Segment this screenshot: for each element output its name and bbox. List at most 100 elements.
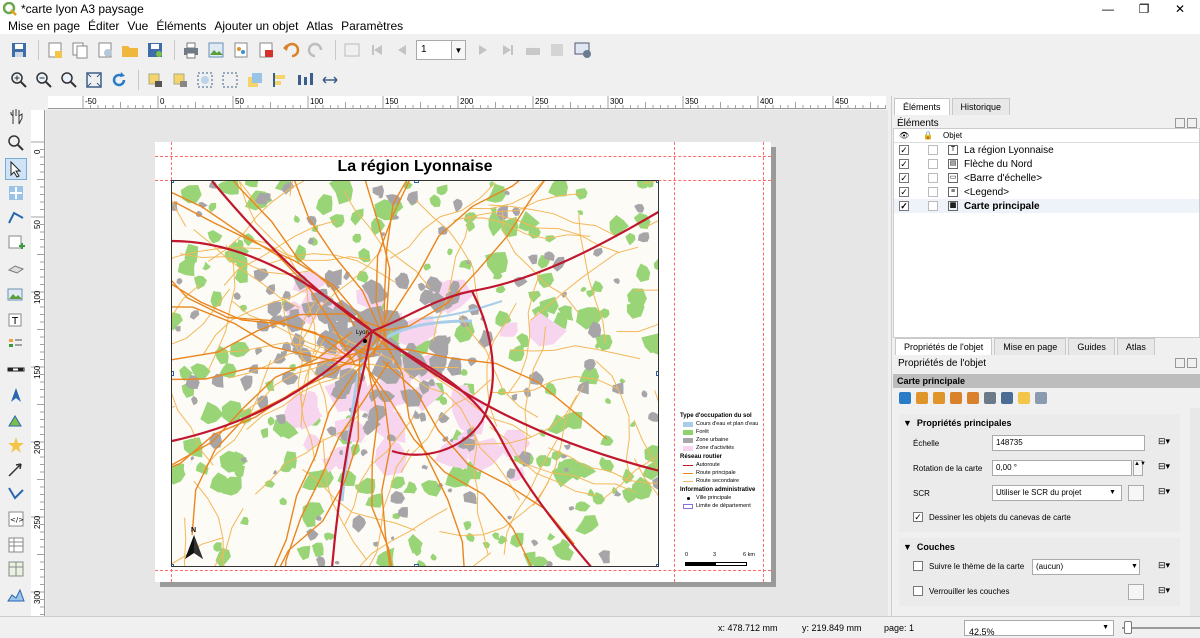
- layout-canvas[interactable]: La région Lyonnaise Lyon N Type d'occupa…: [46, 110, 888, 616]
- visibility-checkbox[interactable]: ✓: [899, 173, 909, 183]
- tab-history[interactable]: Historique: [951, 98, 1011, 115]
- add-label-icon[interactable]: T: [5, 310, 27, 332]
- save-template-icon[interactable]: [144, 39, 166, 61]
- selection-handle[interactable]: [656, 564, 658, 566]
- float-icon[interactable]: [1175, 358, 1185, 368]
- zoom-slider-handle[interactable]: [1124, 621, 1132, 634]
- center-icon[interactable]: [967, 392, 979, 404]
- export-svg-icon[interactable]: [230, 39, 252, 61]
- crs-select[interactable]: Utiliser le SCR du projet: [992, 485, 1122, 501]
- menu-items[interactable]: Éléments: [156, 19, 206, 33]
- zoom-tool-icon[interactable]: [5, 132, 27, 154]
- last-feature-icon[interactable]: [497, 39, 519, 61]
- align-left-icon[interactable]: [269, 69, 291, 91]
- items-list[interactable]: 👁 🔒 Objet ✓ T La région Lyonnaise ✓ ▤ Flèc…: [893, 128, 1200, 338]
- add-map-icon[interactable]: [5, 232, 27, 254]
- print-atlas-icon[interactable]: [522, 39, 544, 61]
- previous-feature-icon[interactable]: [391, 39, 413, 61]
- data-defined-icon[interactable]: ⊟▾: [1158, 560, 1174, 574]
- menu-add-item[interactable]: Ajouter un objet: [214, 19, 298, 33]
- menu-atlas[interactable]: Atlas: [306, 19, 333, 33]
- main-map[interactable]: Lyon N: [171, 180, 659, 567]
- unlock-items-icon[interactable]: [169, 69, 191, 91]
- view-extent-icon[interactable]: [933, 392, 945, 404]
- refresh-preview-icon[interactable]: [899, 392, 911, 404]
- data-defined-icon[interactable]: ⊟▾: [1158, 436, 1174, 450]
- atlas-preview-icon[interactable]: [341, 39, 363, 61]
- close-panel-icon[interactable]: [1187, 118, 1197, 128]
- add-fixed-table-icon[interactable]: [5, 558, 27, 580]
- scale-bar[interactable]: 0 3 6 km: [685, 552, 765, 566]
- new-layout-icon[interactable]: [44, 39, 66, 61]
- selection-handle[interactable]: [172, 181, 174, 183]
- menu-edit[interactable]: Éditer: [88, 19, 119, 33]
- properties-scrollbar[interactable]: [1190, 408, 1200, 616]
- data-defined-icon[interactable]: ⊟▾: [1158, 486, 1174, 500]
- list-item[interactable]: ✓ T La région Lyonnaise: [894, 143, 1199, 157]
- scale-input[interactable]: 148735: [992, 435, 1145, 451]
- atlas-page-input[interactable]: 1: [416, 40, 452, 60]
- add-scalebar-icon[interactable]: [5, 358, 27, 380]
- bookmarks-icon[interactable]: [984, 392, 996, 404]
- zoom-actual-icon[interactable]: [58, 69, 80, 91]
- tab-items[interactable]: Éléments: [894, 98, 950, 115]
- layout-page[interactable]: La région Lyonnaise Lyon N Type d'occupa…: [155, 142, 771, 582]
- selection-handle[interactable]: [414, 181, 419, 183]
- clipping-icon[interactable]: [1035, 392, 1047, 404]
- pan-icon[interactable]: [5, 106, 27, 128]
- raise-items-icon[interactable]: [244, 69, 266, 91]
- follow-theme-checkbox[interactable]: [913, 561, 923, 571]
- lock-checkbox[interactable]: [928, 173, 938, 183]
- export-atlas-icon[interactable]: [547, 39, 569, 61]
- export-image-icon[interactable]: [205, 39, 227, 61]
- add-polyline-icon[interactable]: [5, 482, 27, 504]
- layers-heading[interactable]: ▼ Couches: [899, 538, 1180, 556]
- resize-icon[interactable]: [319, 69, 341, 91]
- zoom-in-icon[interactable]: [8, 69, 30, 91]
- map-legend[interactable]: Type d'occupation du sol Cours d'eau et …: [680, 410, 770, 511]
- redo-icon[interactable]: [305, 39, 327, 61]
- draw-canvas-checkbox[interactable]: ✓: [913, 512, 923, 522]
- list-item-selected[interactable]: ✓ ▦ Carte principale: [894, 199, 1199, 213]
- close-panel-icon[interactable]: [1187, 358, 1197, 368]
- lock-checkbox[interactable]: [928, 145, 938, 155]
- selection-handle[interactable]: [656, 181, 658, 183]
- atlas-settings-icon[interactable]: [572, 39, 594, 61]
- open-template-icon[interactable]: [119, 39, 141, 61]
- set-scale-icon[interactable]: [950, 392, 962, 404]
- select-move-icon[interactable]: [5, 158, 27, 180]
- first-feature-icon[interactable]: [366, 39, 388, 61]
- refresh-icon[interactable]: [108, 69, 130, 91]
- map-title[interactable]: La région Lyonnaise: [155, 158, 675, 176]
- add-html-icon[interactable]: </>: [5, 508, 27, 530]
- main-properties-heading[interactable]: ▼ Propriétés principales: [899, 414, 1180, 432]
- distribute-icon[interactable]: [294, 69, 316, 91]
- add-marker-icon[interactable]: [5, 434, 27, 456]
- lock-items-icon[interactable]: [144, 69, 166, 91]
- theme-select[interactable]: (aucun): [1032, 559, 1140, 575]
- export-pdf-icon[interactable]: [255, 39, 277, 61]
- tab-item-properties[interactable]: Propriétés de l'objet: [895, 338, 993, 355]
- crs-selector-button[interactable]: [1128, 485, 1144, 501]
- list-item[interactable]: ✓ ≡ <Legend>: [894, 185, 1199, 199]
- visibility-checkbox[interactable]: ✓: [899, 145, 909, 155]
- zoom-slider[interactable]: [1122, 627, 1200, 629]
- visibility-checkbox[interactable]: ✓: [899, 187, 909, 197]
- add-arrow-icon[interactable]: [5, 458, 27, 480]
- visibility-checkbox[interactable]: ✓: [899, 201, 909, 211]
- add-legend-icon[interactable]: [5, 334, 27, 356]
- guide-line[interactable]: [155, 156, 771, 157]
- add-north-arrow-icon[interactable]: [5, 384, 27, 406]
- menu-settings[interactable]: Paramètres: [341, 19, 403, 33]
- tab-atlas[interactable]: Atlas: [1116, 338, 1155, 355]
- list-item[interactable]: ✓ ▤ Flèche du Nord: [894, 157, 1199, 171]
- layout-manager-icon[interactable]: [94, 39, 116, 61]
- add-3d-map-icon[interactable]: [5, 258, 27, 280]
- add-elevation-profile-icon[interactable]: [5, 584, 27, 606]
- set-extent-icon[interactable]: [916, 392, 928, 404]
- zoom-input[interactable]: 42.5% ▼: [964, 620, 1114, 637]
- atlas-page-dropdown[interactable]: ▼: [452, 40, 466, 60]
- chevron-down-icon[interactable]: ▼: [1109, 489, 1116, 496]
- menu-layout[interactable]: Mise en page: [8, 19, 80, 33]
- zoom-out-icon[interactable]: [33, 69, 55, 91]
